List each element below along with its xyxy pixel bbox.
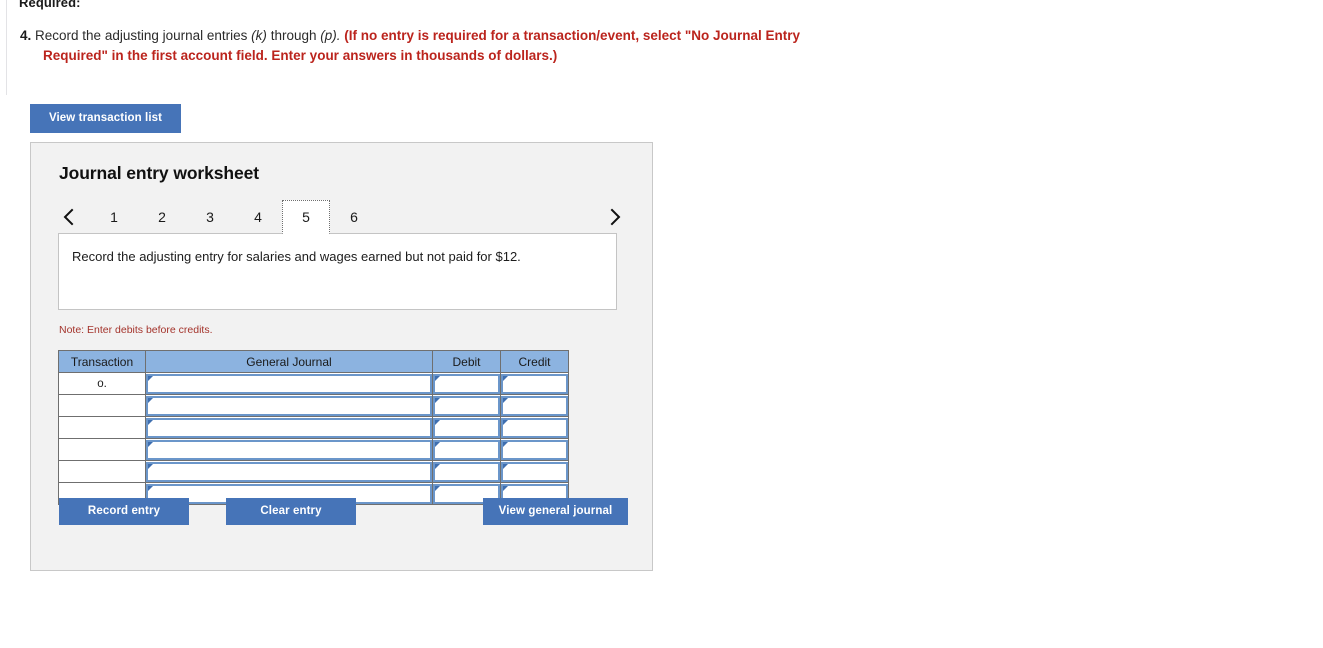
column-header-credit: Credit xyxy=(500,350,569,373)
table-row xyxy=(58,438,569,461)
column-header-general-journal: General Journal xyxy=(145,350,433,373)
debit-input[interactable] xyxy=(433,373,500,394)
debit-cell[interactable] xyxy=(432,460,501,483)
account-select-input[interactable] xyxy=(146,417,432,438)
transaction-label-cell xyxy=(58,394,146,417)
journal-entry-table: Transaction General Journal Debit Credit… xyxy=(58,350,569,505)
transaction-prompt-text: Record the adjusting entry for salaries … xyxy=(72,249,521,264)
debit-cell[interactable] xyxy=(432,438,501,461)
general-journal-cell[interactable] xyxy=(145,460,433,483)
content-left-rule xyxy=(6,0,7,95)
view-transaction-list-button[interactable]: View transaction list xyxy=(30,104,181,133)
credit-cell[interactable] xyxy=(500,372,569,395)
account-select-input[interactable] xyxy=(146,461,432,482)
credit-cell[interactable] xyxy=(500,394,569,417)
pager-page-3[interactable]: 3 xyxy=(186,200,234,234)
transaction-label-cell xyxy=(58,416,146,439)
debit-input[interactable] xyxy=(433,439,500,460)
pager-page-4[interactable]: 4 xyxy=(234,200,282,234)
debit-input[interactable] xyxy=(433,395,500,416)
credit-input[interactable] xyxy=(501,373,568,394)
debit-cell[interactable] xyxy=(432,394,501,417)
question-text-a: Record the adjusting journal entries xyxy=(35,28,248,43)
worksheet-title: Journal entry worksheet xyxy=(59,163,259,183)
record-entry-button[interactable]: Record entry xyxy=(59,498,189,525)
pager-page-1[interactable]: 1 xyxy=(90,200,138,234)
chevron-left-icon[interactable] xyxy=(58,200,80,234)
table-row: o. xyxy=(58,372,569,395)
question-4-instructions: 4. Record the adjusting journal entries … xyxy=(20,26,865,66)
question-ref-p: (p). xyxy=(320,28,341,43)
table-row xyxy=(58,416,569,439)
account-select-input[interactable] xyxy=(146,439,432,460)
transaction-label-cell xyxy=(58,438,146,461)
pager-page-list: 1 2 3 4 5 6 xyxy=(90,200,378,234)
general-journal-cell[interactable] xyxy=(145,438,433,461)
chevron-right-icon[interactable] xyxy=(604,200,626,234)
question-text-b: through xyxy=(270,28,317,43)
account-select-input[interactable] xyxy=(146,373,432,394)
question-red-line-1: (If no entry is required for a transacti… xyxy=(344,28,801,43)
credit-input[interactable] xyxy=(501,439,568,460)
credit-input[interactable] xyxy=(501,395,568,416)
debit-input[interactable] xyxy=(433,461,500,482)
required-heading: Required: xyxy=(19,0,81,10)
transaction-prompt-box: Record the adjusting entry for salaries … xyxy=(58,233,617,310)
pager-page-2[interactable]: 2 xyxy=(138,200,186,234)
credit-input[interactable] xyxy=(501,461,568,482)
pager-page-5[interactable]: 5 xyxy=(282,200,330,234)
question-number: 4. xyxy=(20,28,32,43)
credit-input[interactable] xyxy=(501,417,568,438)
column-header-debit: Debit xyxy=(432,350,501,373)
table-header-row: Transaction General Journal Debit Credit xyxy=(58,350,569,373)
clear-entry-button[interactable]: Clear entry xyxy=(226,498,356,525)
journal-entry-worksheet-panel: Journal entry worksheet 1 2 3 4 5 6 Reco… xyxy=(30,142,653,571)
general-journal-cell[interactable] xyxy=(145,394,433,417)
credit-cell[interactable] xyxy=(500,460,569,483)
general-journal-cell[interactable] xyxy=(145,372,433,395)
credit-cell[interactable] xyxy=(500,416,569,439)
debit-cell[interactable] xyxy=(432,416,501,439)
debit-input[interactable] xyxy=(433,417,500,438)
worksheet-pager: 1 2 3 4 5 6 xyxy=(58,200,626,236)
question-ref-k: (k) xyxy=(251,28,267,43)
table-row xyxy=(58,394,569,417)
pager-page-6[interactable]: 6 xyxy=(330,200,378,234)
transaction-label-cell: o. xyxy=(58,372,146,395)
credit-cell[interactable] xyxy=(500,438,569,461)
view-general-journal-button[interactable]: View general journal xyxy=(483,498,628,525)
general-journal-cell[interactable] xyxy=(145,416,433,439)
account-select-input[interactable] xyxy=(146,395,432,416)
debit-cell[interactable] xyxy=(432,372,501,395)
column-header-transaction: Transaction xyxy=(58,350,146,373)
table-row xyxy=(58,460,569,483)
transaction-label-cell xyxy=(58,460,146,483)
question-red-line-2: Required" in the first account field. En… xyxy=(43,48,558,63)
debits-before-credits-note: Note: Enter debits before credits. xyxy=(59,324,213,336)
